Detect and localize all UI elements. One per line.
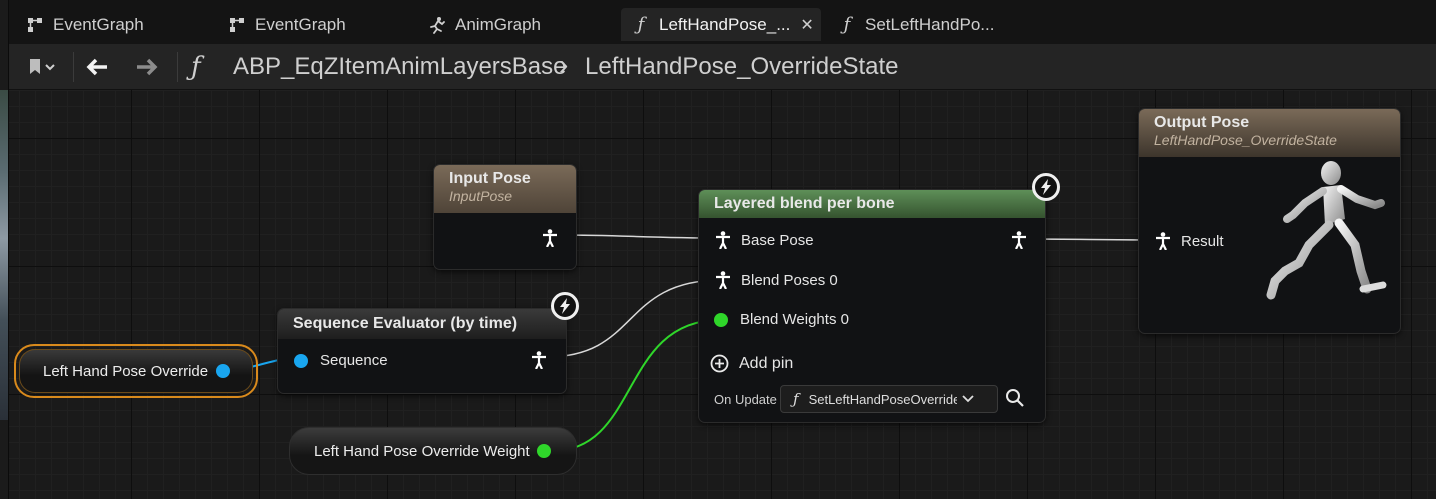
node-header: Layered blend per bone xyxy=(699,190,1045,218)
dropdown-value: SetLeftHandPoseOverride xyxy=(808,391,957,407)
pose-pin-icon xyxy=(1012,231,1026,249)
event-graph-icon xyxy=(227,15,247,35)
node-title: Input Pose xyxy=(449,170,531,187)
variable-label: Left Hand Pose Override xyxy=(43,362,209,380)
blend-poses-pin[interactable]: Blend Poses 0 xyxy=(715,271,838,289)
bool-pin-icon xyxy=(294,353,308,368)
document-tab-bar: EventGraph EventGraph AnimGraph ƒ LeftHa… xyxy=(9,0,1436,44)
sequence-pin[interactable]: Sequence xyxy=(294,352,388,369)
tab-label: EventGraph xyxy=(53,14,144,34)
pin-label: Base Pose xyxy=(741,231,814,249)
breadcrumb-root[interactable]: ABP_EqZItemAnimLayersBase xyxy=(233,50,566,84)
output-pose-pin[interactable] xyxy=(1011,231,1027,249)
pin-label: Sequence xyxy=(320,352,388,369)
pin-label: Blend Weights 0 xyxy=(740,311,849,328)
tab-label: AnimGraph xyxy=(455,14,541,34)
node-subtitle: InputPose xyxy=(449,188,513,204)
tab-eventgraph-1[interactable]: EventGraph xyxy=(19,8,209,41)
chevron-down-icon xyxy=(961,395,974,403)
search-icon xyxy=(1006,389,1024,407)
browse-function-button[interactable] xyxy=(1005,388,1025,408)
left-hand-pose-override-variable-node[interactable]: Left Hand Pose Override xyxy=(14,344,258,398)
close-tab-icon[interactable]: ✕ xyxy=(800,15,813,35)
pose-pin-icon xyxy=(716,231,730,249)
running-mannequin-icon xyxy=(1266,161,1387,300)
tab-lefthandpose[interactable]: ƒ LeftHandPose_... ✕ xyxy=(621,8,821,41)
add-pin-label: Add pin xyxy=(739,354,794,372)
bool-pin-icon[interactable] xyxy=(216,364,231,378)
node-title: Output Pose xyxy=(1154,114,1250,131)
pin-label: Blend Poses 0 xyxy=(741,271,838,289)
on-update-label: On Update xyxy=(714,392,777,407)
pose-pin-icon xyxy=(532,351,546,369)
pose-pin-icon xyxy=(1156,232,1170,250)
anim-graph-icon xyxy=(427,15,447,35)
back-button[interactable] xyxy=(81,52,113,82)
tab-label: EventGraph xyxy=(255,14,346,34)
add-pin-button[interactable]: Add pin xyxy=(710,354,793,373)
node-header: Sequence Evaluator (by time) xyxy=(278,309,566,339)
output-pose-node[interactable]: Output Pose LeftHandPose_OverrideState R… xyxy=(1138,108,1401,334)
forward-button[interactable] xyxy=(131,52,163,82)
node-title: Sequence Evaluator (by time) xyxy=(293,315,518,332)
fast-path-lightning-icon xyxy=(551,292,579,320)
output-pose-pin[interactable] xyxy=(531,351,547,369)
node-header: Output Pose LeftHandPose_OverrideState xyxy=(1139,109,1400,157)
node-header: Input Pose InputPose xyxy=(434,165,576,213)
float-pin-icon[interactable] xyxy=(536,444,551,458)
blend-weights-pin[interactable]: Blend Weights 0 xyxy=(714,311,849,328)
float-pin-icon xyxy=(714,312,728,327)
node-subtitle: LeftHandPose_OverrideState xyxy=(1154,132,1337,148)
sequence-evaluator-node[interactable]: Sequence Evaluator (by time) Sequence xyxy=(277,308,567,394)
tab-setlefthandpose[interactable]: ƒ SetLeftHandPo... xyxy=(829,8,1009,41)
viewport-thumbnail xyxy=(0,90,8,420)
tab-label: LeftHandPose_... xyxy=(659,14,791,34)
pose-pin-icon xyxy=(716,271,730,289)
function-icon: ƒ xyxy=(793,390,799,408)
tab-label: SetLeftHandPo... xyxy=(865,14,995,34)
arrow-left-icon xyxy=(86,58,107,76)
tab-eventgraph-2[interactable]: EventGraph xyxy=(221,8,411,41)
breadcrumb-current[interactable]: LeftHandPose_OverrideState xyxy=(585,50,899,84)
left-hand-pose-override-weight-variable-node[interactable]: Left Hand Pose Override Weight xyxy=(289,427,577,475)
function-icon: ƒ xyxy=(637,14,645,35)
tab-animgraph[interactable]: AnimGraph xyxy=(423,8,613,41)
pin-label: Result xyxy=(1181,232,1224,250)
layered-blend-node[interactable]: Layered blend per bone Base Pose Blend P… xyxy=(698,189,1046,423)
input-pose-node[interactable]: Input Pose InputPose xyxy=(433,164,577,270)
function-icon: ƒ xyxy=(191,52,201,82)
arrow-right-icon xyxy=(137,58,158,76)
base-pose-pin[interactable]: Base Pose xyxy=(715,231,814,249)
output-pose-pin[interactable] xyxy=(542,229,558,247)
variable-label: Left Hand Pose Override Weight xyxy=(314,442,530,460)
left-panel-edge xyxy=(0,0,9,499)
breadcrumb-separator-icon: › xyxy=(559,49,569,80)
graph-toolbar: ƒ ABP_EqZItemAnimLayersBase › LeftHandPo… xyxy=(9,44,1436,90)
add-circle-icon xyxy=(710,354,729,373)
pose-pin-icon xyxy=(543,229,557,247)
event-graph-icon xyxy=(25,15,45,35)
on-update-function-dropdown[interactable]: ƒ SetLeftHandPoseOverride xyxy=(780,385,998,413)
bookmark-icon xyxy=(30,59,55,74)
function-icon: ƒ xyxy=(843,14,851,35)
node-title: Layered blend per bone xyxy=(714,195,895,212)
result-pin[interactable]: Result xyxy=(1155,232,1224,250)
fast-path-lightning-icon xyxy=(1032,173,1060,201)
bookmark-button[interactable] xyxy=(21,52,63,82)
